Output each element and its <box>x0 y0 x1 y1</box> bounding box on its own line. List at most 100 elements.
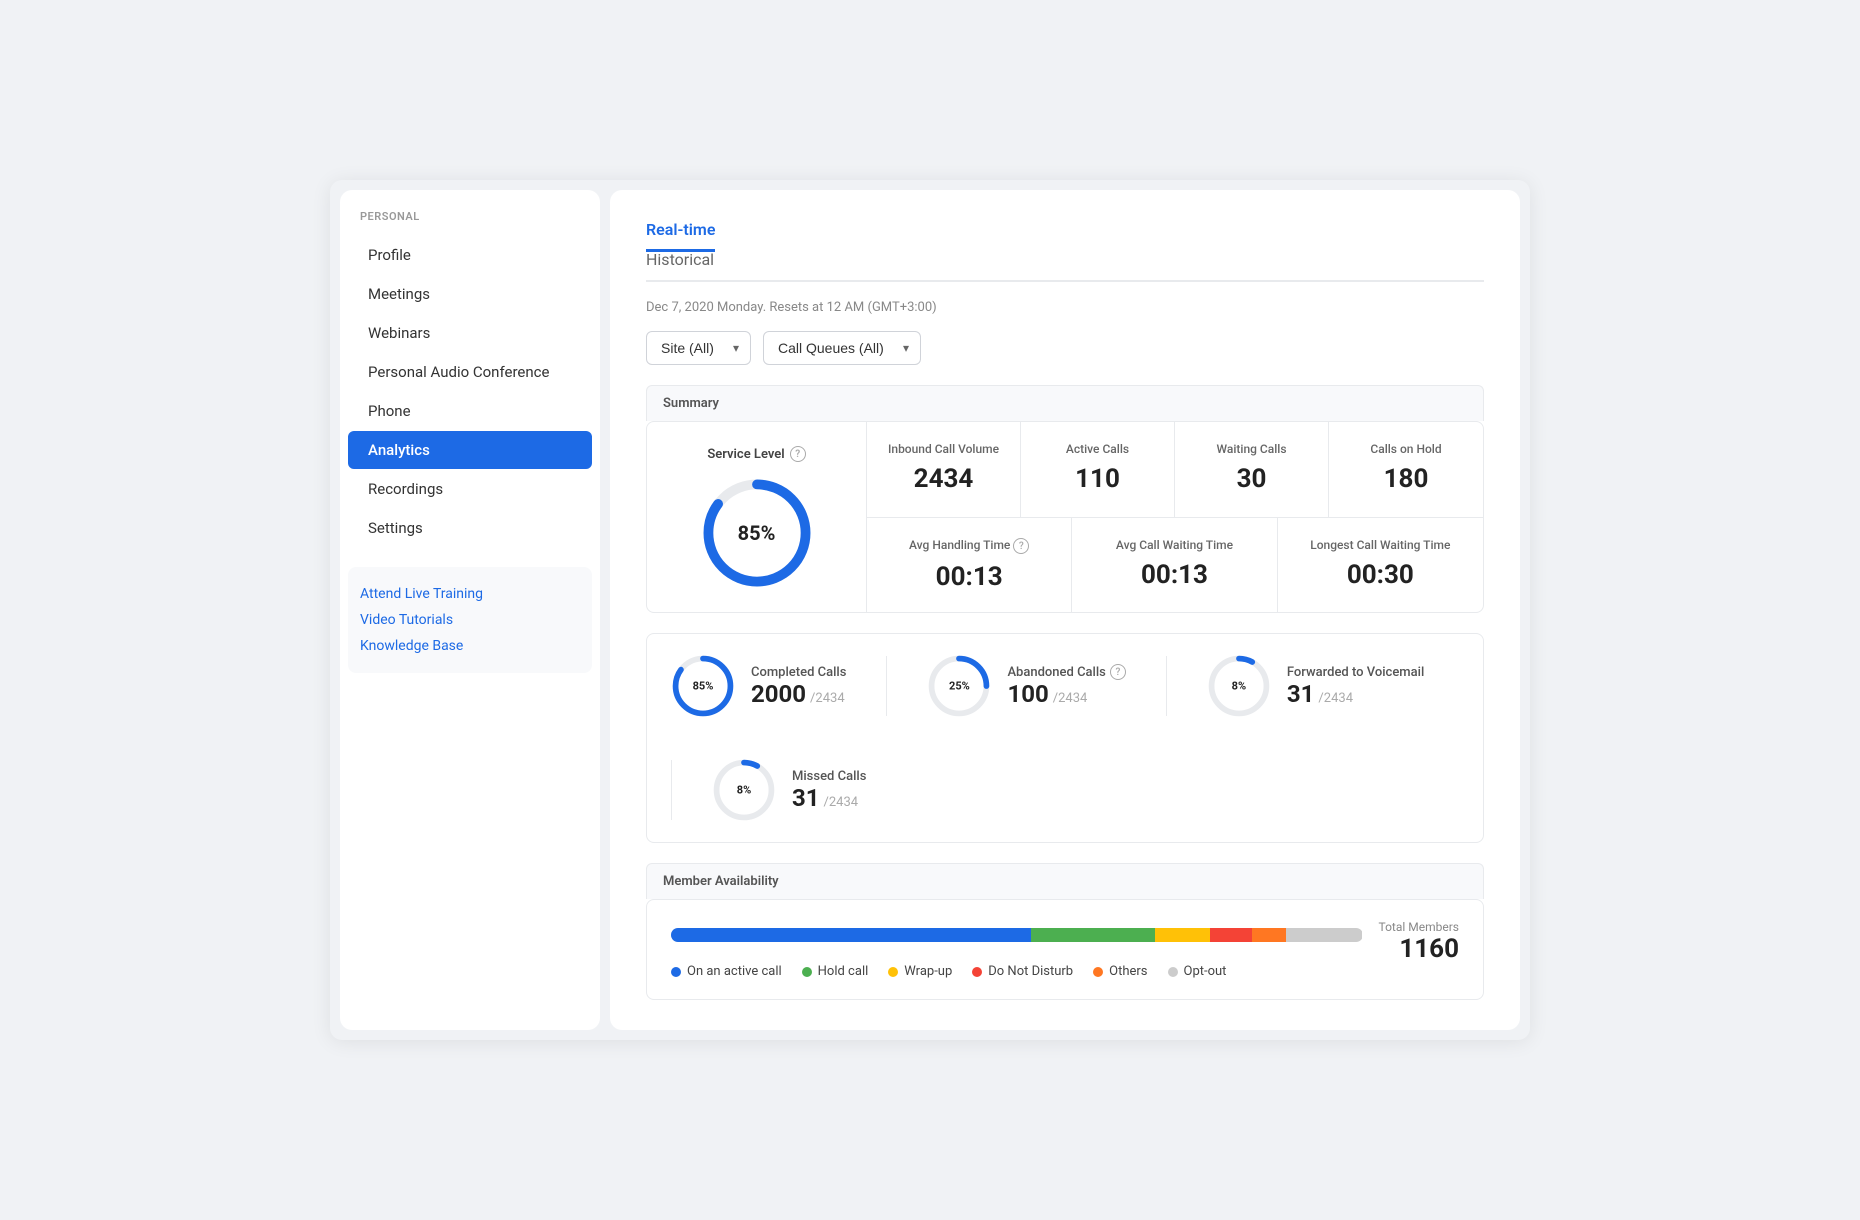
service-level-info-icon[interactable]: ? <box>790 446 806 462</box>
tabs: Real-timeHistorical <box>646 220 1484 282</box>
date-info: Dec 7, 2020 Monday. Resets at 12 AM (GMT… <box>646 300 1484 315</box>
mini-donut-voicemail: 8% <box>1207 654 1271 718</box>
summary-stats-bottom: Avg Handling Time ?00:13Avg Call Waiting… <box>867 518 1483 613</box>
legend-item-others: Others <box>1093 964 1147 979</box>
stat-active-calls: Active Calls110 <box>1021 422 1175 517</box>
mini-donut-label-abandoned: 25% <box>949 680 970 693</box>
legend-item-on-an-active-call: On an active call <box>671 964 782 979</box>
sidebar-item-personal-audio[interactable]: Personal Audio Conference <box>348 353 592 391</box>
call-stat-completed: 85% Completed Calls 2000 /2434 <box>671 654 846 718</box>
stat2-avg-handling-time: Avg Handling Time ?00:13 <box>867 518 1072 613</box>
legend-item-opt-out: Opt-out <box>1168 964 1227 979</box>
legend-dot <box>671 967 681 977</box>
legend-label: Wrap-up <box>904 964 952 979</box>
legend-dot <box>888 967 898 977</box>
legend-item-hold-call: Hold call <box>802 964 869 979</box>
tab-historical[interactable]: Historical <box>646 250 715 282</box>
legend-item-wrap-up: Wrap-up <box>888 964 952 979</box>
call-stat-name-completed: Completed Calls <box>751 665 846 680</box>
mini-donut-label-completed: 85% <box>693 680 714 693</box>
bar-segment-do-not-disturb <box>1210 928 1251 942</box>
bar-segment-hold-call <box>1031 928 1155 942</box>
summary-stats-top: Inbound Call Volume2434Active Calls110Wa… <box>867 422 1483 518</box>
mini-donut-abandoned: 25% <box>927 654 991 718</box>
mini-donut-completed: 85% <box>671 654 735 718</box>
call-stat-total-missed: /2434 <box>824 795 859 810</box>
mini-donut-missed: 8% <box>712 758 776 822</box>
sidebar-link-knowledge-base[interactable]: Knowledge Base <box>360 633 580 659</box>
legend-label: Opt-out <box>1184 964 1227 979</box>
call-stat-abandoned: 25% Abandoned Calls? 100 /2434 <box>927 654 1125 718</box>
sidebar-item-phone[interactable]: Phone <box>348 392 592 430</box>
call-divider-2 <box>1166 656 1167 716</box>
sidebar-item-profile[interactable]: Profile <box>348 236 592 274</box>
call-stat-value-voicemail: 31 <box>1287 680 1315 708</box>
stat-calls-on-hold: Calls on Hold180 <box>1329 422 1483 517</box>
total-members-value: 1160 <box>1379 934 1460 964</box>
sidebar-item-recordings[interactable]: Recordings <box>348 470 592 508</box>
tab-realtime[interactable]: Real-time <box>646 220 715 252</box>
info-icon[interactable]: ? <box>1013 538 1029 554</box>
sidebar-item-meetings[interactable]: Meetings <box>348 275 592 313</box>
sidebar-item-webinars[interactable]: Webinars <box>348 314 592 352</box>
sidebar-section-label: PERSONAL <box>340 210 600 235</box>
sidebar-link-video-tutorials[interactable]: Video Tutorials <box>360 607 580 633</box>
member-section: Total Members 1160 On an active call Hol… <box>646 899 1484 1000</box>
service-level-title: Service Level ? <box>707 446 805 462</box>
sidebar: PERSONAL ProfileMeetingsWebinarsPersonal… <box>340 190 600 1030</box>
site-filter[interactable]: Site (All) Site 1 Site 2 <box>646 331 751 365</box>
stat-waiting-calls: Waiting Calls30 <box>1175 422 1329 517</box>
total-members-label: Total Members <box>1379 920 1460 934</box>
call-stat-voicemail: 8% Forwarded to Voicemail 31 /2434 <box>1207 654 1424 718</box>
summary-section-label: Summary <box>646 385 1484 421</box>
member-bar-row: Total Members 1160 <box>671 920 1459 964</box>
legend-dot <box>1093 967 1103 977</box>
legend-dot <box>1168 967 1178 977</box>
call-stat-name-abandoned: Abandoned Calls? <box>1007 664 1125 680</box>
stat-inbound-call-volume: Inbound Call Volume2434 <box>867 422 1021 517</box>
call-stat-name-voicemail: Forwarded to Voicemail <box>1287 665 1424 680</box>
call-stat-total-completed: /2434 <box>810 691 845 706</box>
summary-section: Service Level ? 85% Inbound Call Volume2… <box>646 421 1484 613</box>
call-queues-filter-wrapper: Call Queues (All) Queue 1 Queue 2 <box>763 331 921 365</box>
bar-segment-on-an-active-call <box>671 928 1031 942</box>
call-stat-value-completed: 2000 <box>751 680 806 708</box>
service-level-value: 85% <box>738 521 776 545</box>
bar-segment-opt-out <box>1286 928 1362 942</box>
legend-dot <box>972 967 982 977</box>
site-filter-wrapper: Site (All) Site 1 Site 2 <box>646 331 751 365</box>
call-stat-value-missed: 31 <box>792 784 820 812</box>
member-availability-bar <box>671 928 1363 942</box>
call-stat-total-voicemail: /2434 <box>1318 691 1353 706</box>
call-stat-total-abandoned: /2434 <box>1053 691 1088 706</box>
call-stat-missed: 8% Missed Calls 31 /2434 <box>712 758 866 822</box>
member-section-label: Member Availability <box>646 863 1484 899</box>
info-icon[interactable]: ? <box>1110 664 1126 680</box>
total-members-badge: Total Members 1160 <box>1379 920 1460 964</box>
call-divider-1 <box>886 656 887 716</box>
stat2-avg-call-waiting-time: Avg Call Waiting Time00:13 <box>1072 518 1277 613</box>
call-divider-3 <box>671 760 672 820</box>
mini-donut-label-voicemail: 8% <box>1232 680 1246 693</box>
legend-label: Others <box>1109 964 1147 979</box>
legend-dot <box>802 967 812 977</box>
filters: Site (All) Site 1 Site 2 Call Queues (Al… <box>646 331 1484 365</box>
service-level-donut: 85% <box>702 478 812 588</box>
member-bar-container: Total Members 1160 On an active call Hol… <box>647 900 1483 999</box>
call-stat-value-abandoned: 100 <box>1007 680 1048 708</box>
sidebar-item-analytics[interactable]: Analytics <box>348 431 592 469</box>
bar-segment-others <box>1252 928 1287 942</box>
sidebar-link-live-training[interactable]: Attend Live Training <box>360 581 580 607</box>
legend-label: Hold call <box>818 964 869 979</box>
stat2-longest-call-waiting-time: Longest Call Waiting Time00:30 <box>1278 518 1483 613</box>
main-content: Real-timeHistorical Dec 7, 2020 Monday. … <box>610 190 1520 1030</box>
bar-segment-wrap-up <box>1155 928 1210 942</box>
calls-row: 85% Completed Calls 2000 /2434 25% Aband… <box>646 633 1484 843</box>
legend-label: On an active call <box>687 964 782 979</box>
sidebar-item-settings[interactable]: Settings <box>348 509 592 547</box>
call-queues-filter[interactable]: Call Queues (All) Queue 1 Queue 2 <box>763 331 921 365</box>
service-level-card: Service Level ? 85% <box>647 422 867 612</box>
call-stat-name-missed: Missed Calls <box>792 769 866 784</box>
legend-item-do-not-disturb: Do Not Disturb <box>972 964 1073 979</box>
legend-label: Do Not Disturb <box>988 964 1073 979</box>
